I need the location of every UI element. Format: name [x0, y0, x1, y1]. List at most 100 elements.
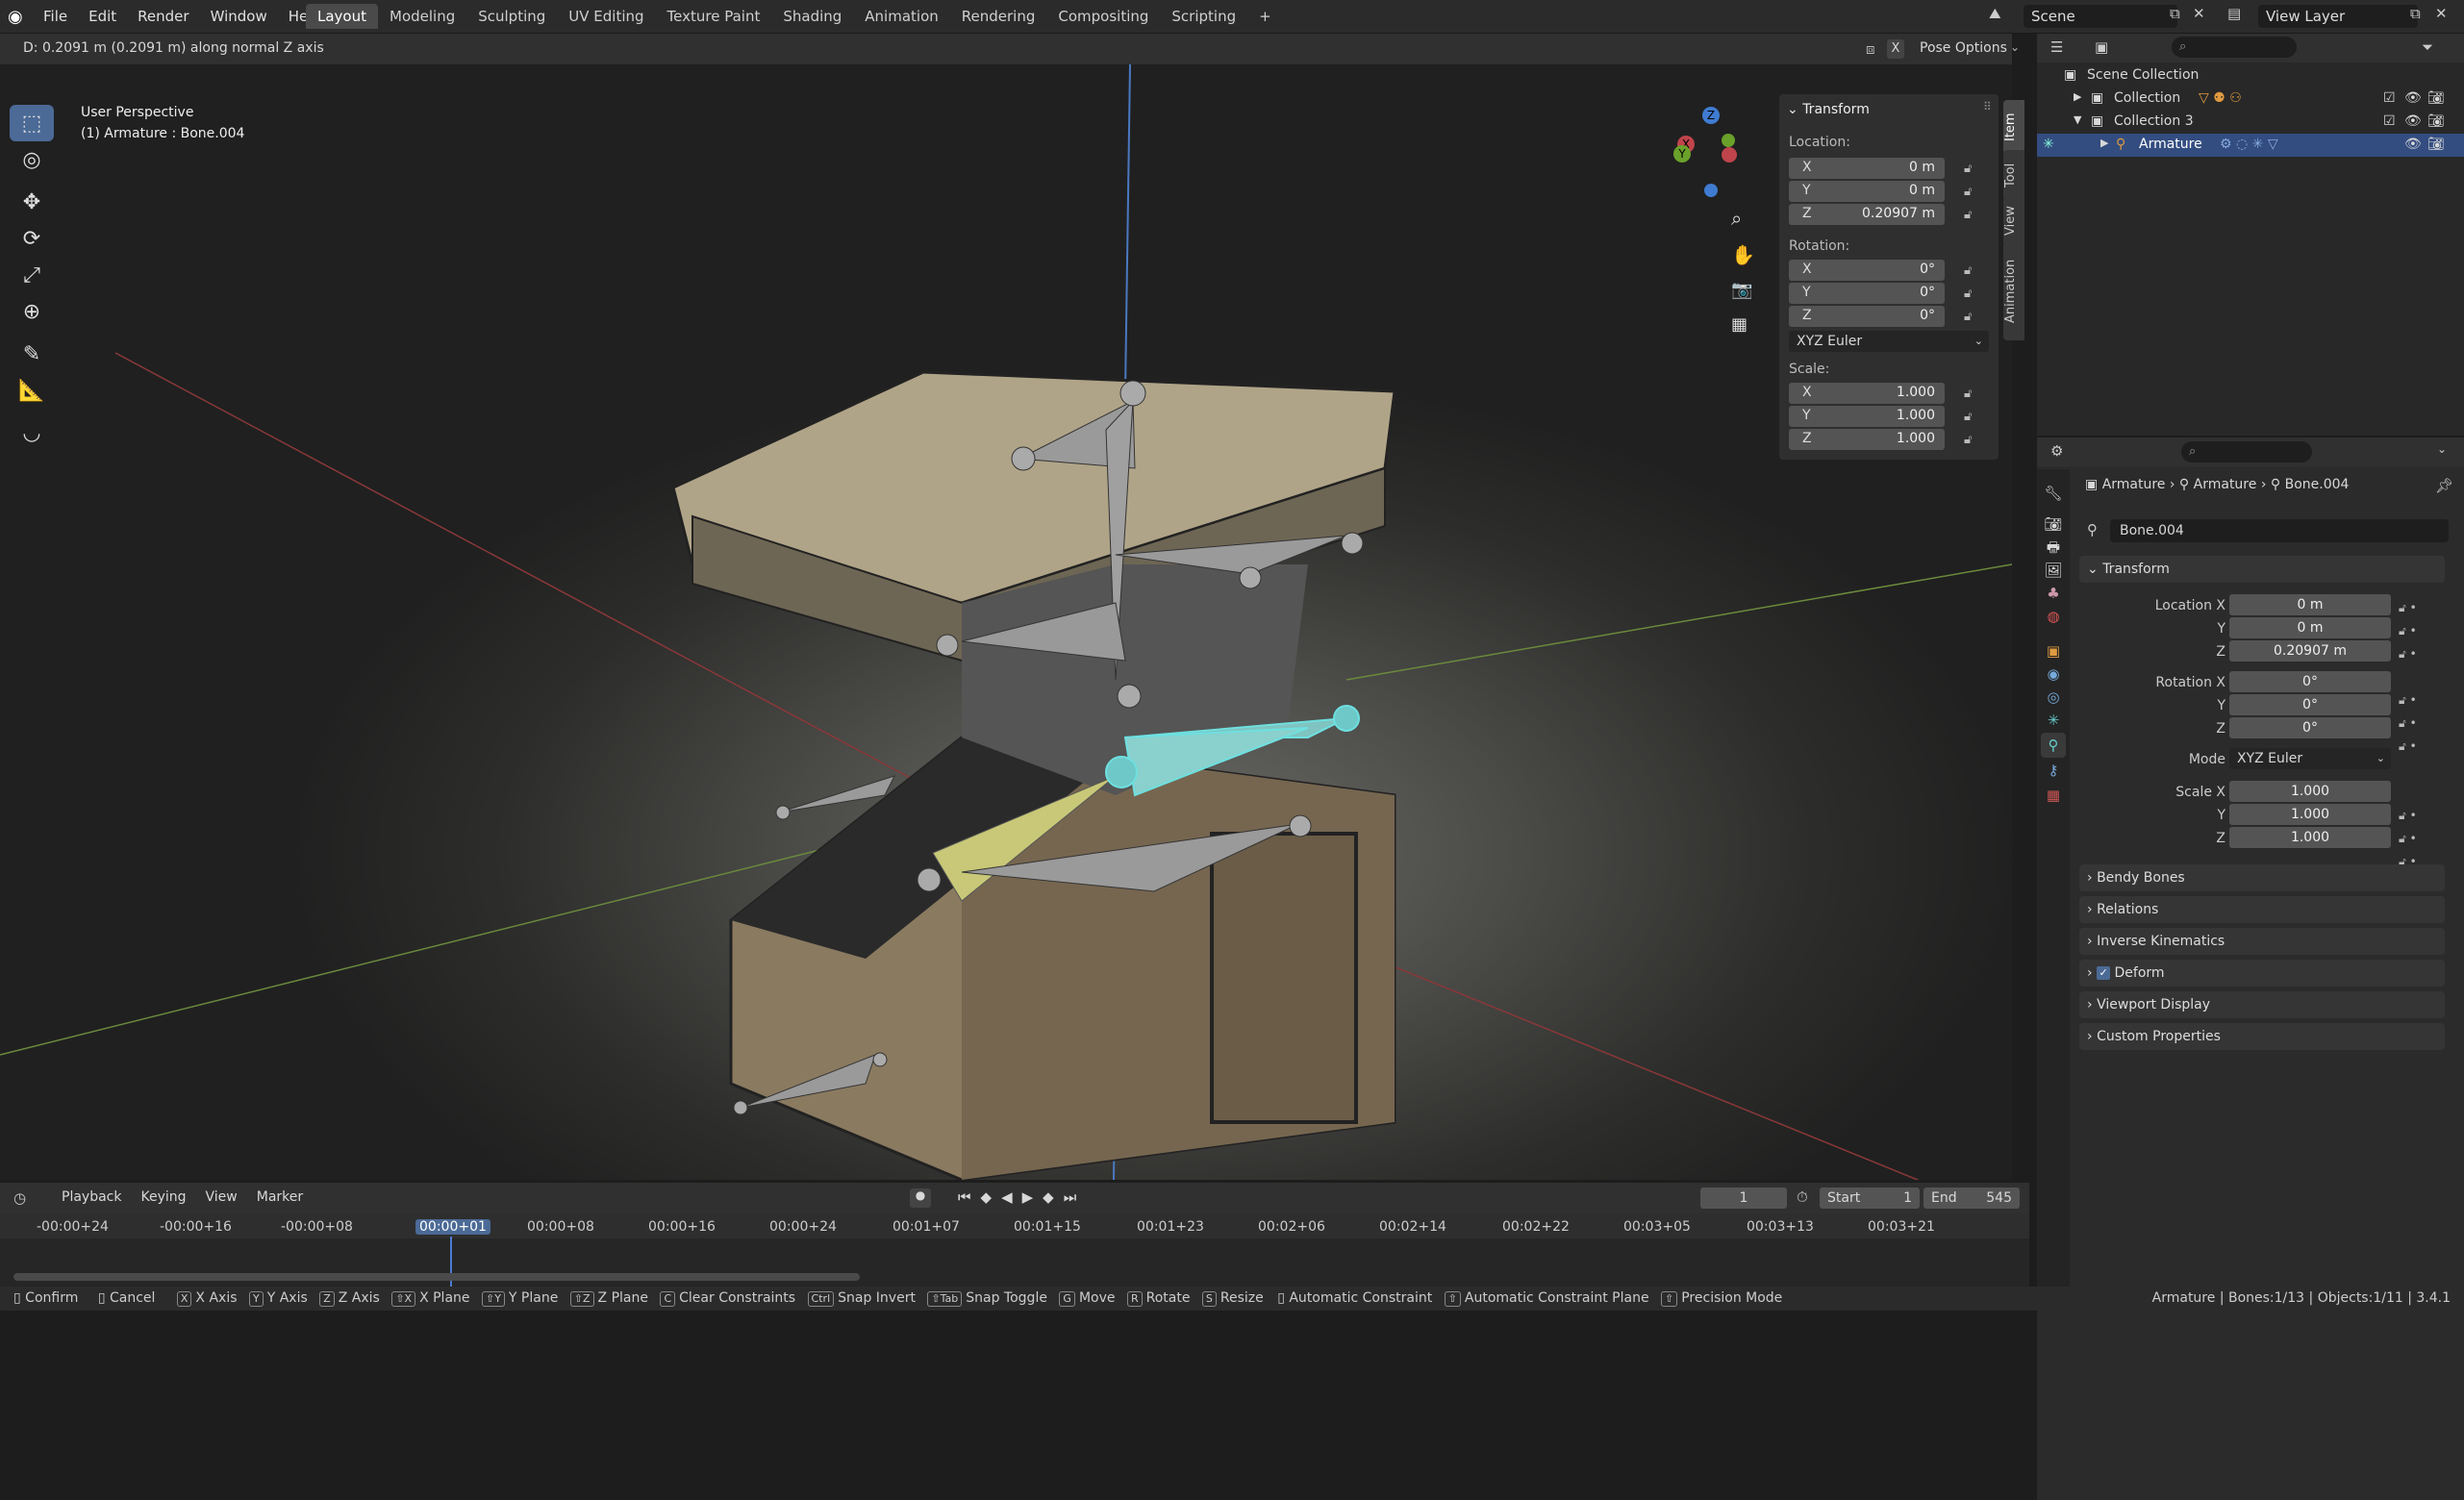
- scale-z-field[interactable]: Z 1.000: [1789, 429, 1945, 450]
- prop-scale-y[interactable]: 1.000: [2229, 804, 2391, 825]
- camera-icon[interactable]: 📷: [1731, 280, 1752, 300]
- gizmo-y[interactable]: Y: [1673, 145, 1691, 162]
- collapse-arrow-icon[interactable]: ▼: [2074, 113, 2081, 126]
- x-mirror-toggle[interactable]: X: [1887, 39, 1904, 59]
- drag-handle-icon[interactable]: ⠿: [1983, 100, 1992, 113]
- rotate-tool-icon[interactable]: ⟳: [10, 220, 54, 257]
- exclude-checkbox[interactable]: ☑: [2383, 113, 2396, 129]
- play-reverse-icon[interactable]: ◀: [1001, 1188, 1013, 1206]
- current-frame-field[interactable]: 1: [1700, 1188, 1787, 1209]
- properties-search-input[interactable]: ⌕: [2181, 441, 2312, 462]
- eye-icon[interactable]: 👁︎: [2404, 90, 2422, 106]
- record-icon[interactable]: ●: [910, 1188, 931, 1208]
- pose-mode-icon[interactable]: ✳: [2043, 137, 2054, 152]
- bone-constraint-tab-icon[interactable]: ⚷: [2041, 758, 2066, 783]
- location-z-field[interactable]: Z 0.20907 m: [1789, 204, 1945, 225]
- grid-icon[interactable]: ▦: [1731, 314, 1747, 335]
- pose-breakdowner-tool-icon[interactable]: ◡: [10, 414, 54, 451]
- gizmo-neg-y[interactable]: [1722, 134, 1735, 147]
- timeline[interactable]: -00:00+24 -00:00+16 -00:00+08 00:00+01 0…: [0, 1213, 2029, 1287]
- camera-icon[interactable]: 📷︎: [2427, 90, 2445, 106]
- outliner-row-armature[interactable]: ✳ ▶ ⚲ Armature ⚙ ◌ ✳ ▽ 👁︎ 📷︎: [2037, 134, 2464, 157]
- sidebar-tab-item[interactable]: Item: [2003, 100, 2024, 154]
- filter-icon[interactable]: ⏷: [2422, 38, 2433, 56]
- location-x-field[interactable]: X 0 m: [1789, 158, 1945, 179]
- lock-icon[interactable]: 🔓︎: [1964, 185, 1977, 199]
- expand-arrow-icon[interactable]: ▶: [2100, 137, 2108, 149]
- lock-icon[interactable]: 🔓︎: [1964, 310, 1977, 324]
- outliner-row-collection[interactable]: ▶ ▣ Collection ▽ ⚉ ⚇ ☑ 👁︎ 📷︎: [2037, 88, 2464, 111]
- physics-tab-icon[interactable]: ◎: [2041, 685, 2066, 710]
- texture-tab-icon[interactable]: ▦: [2041, 783, 2066, 808]
- panel-deform[interactable]: › ✓ Deform: [2079, 960, 2445, 987]
- view-layer-field[interactable]: View Layer: [2258, 5, 2418, 28]
- breadcrumb-item[interactable]: Armature: [2102, 477, 2166, 492]
- jump-end-icon[interactable]: ⏭: [1064, 1188, 1077, 1206]
- tool-tab-icon[interactable]: 🔧︎: [2041, 481, 2066, 506]
- lock-icon[interactable]: 🔓︎: [1964, 433, 1977, 447]
- sidebar-tab-view[interactable]: View: [2003, 196, 2024, 246]
- tab-shading[interactable]: Shading: [771, 4, 853, 29]
- gizmo-neg-x[interactable]: [1722, 147, 1737, 162]
- menu-file[interactable]: File: [33, 0, 78, 33]
- eye-icon[interactable]: 👁︎: [2404, 137, 2422, 152]
- panel-bendy-bones[interactable]: › Bendy Bones: [2079, 864, 2445, 891]
- annotate-tool-icon[interactable]: ✎: [10, 336, 54, 372]
- rotation-z-field[interactable]: Z 0°: [1789, 306, 1945, 327]
- eye-icon[interactable]: 👁︎: [2404, 113, 2422, 129]
- prop-rotation-z[interactable]: 0°: [2229, 717, 2391, 738]
- expand-arrow-icon[interactable]: ▶: [2074, 90, 2081, 103]
- pan-hand-icon[interactable]: ✋: [1731, 243, 1755, 266]
- overlay-icon[interactable]: ⧈: [1866, 40, 1875, 58]
- pin-icon[interactable]: 📌︎: [2435, 477, 2453, 494]
- sidebar-tab-tool[interactable]: Tool: [2003, 150, 2024, 200]
- timeline-playhead-label[interactable]: 00:00+01: [415, 1219, 490, 1235]
- scale-y-field[interactable]: Y 1.000: [1789, 406, 1945, 427]
- navigation-gizmo[interactable]: Z X Y: [1664, 107, 1750, 197]
- prop-location-x[interactable]: 0 m: [2229, 594, 2391, 615]
- editor-type-icon[interactable]: ◷: [13, 1189, 26, 1207]
- npanel-title[interactable]: ⌄ Transform: [1787, 102, 1870, 117]
- jump-start-icon[interactable]: ⏮: [958, 1188, 971, 1206]
- menu-edit[interactable]: Edit: [78, 0, 127, 33]
- outliner-row-collection-3[interactable]: ▼ ▣ Collection 3 ☑ 👁︎ 📷︎: [2037, 111, 2464, 134]
- move-tool-icon[interactable]: ✥: [10, 184, 54, 220]
- lock-icons-column[interactable]: 🔓︎ • 🔓︎ • 🔓︎ • 🔓︎ • 🔓︎ • 🔓︎ • 🔓︎ • 🔓︎ • 🔓︎ •: [2399, 596, 2417, 873]
- breadcrumb-item[interactable]: Bone.004: [2285, 477, 2350, 492]
- lock-icon[interactable]: 🔓︎: [1964, 410, 1977, 424]
- menu-view[interactable]: View: [206, 1189, 238, 1205]
- lock-icon[interactable]: 🔓︎: [1964, 162, 1977, 176]
- transform-tool-icon[interactable]: ⊕: [10, 293, 54, 330]
- exclude-checkbox[interactable]: ☑: [2383, 90, 2396, 106]
- output-tab-icon[interactable]: 🖶: [2041, 535, 2066, 560]
- panel-custom-properties[interactable]: › Custom Properties: [2079, 1023, 2445, 1050]
- view-layer-icon[interactable]: ▤: [2227, 5, 2241, 22]
- menu-render[interactable]: Render: [127, 0, 199, 33]
- scene-field[interactable]: Scene: [2024, 5, 2177, 28]
- scene-icon[interactable]: ⛰: [1989, 5, 2008, 22]
- new-scene-icon[interactable]: ⧉: [2170, 5, 2180, 22]
- deform-checkbox[interactable]: ✓: [2097, 966, 2111, 980]
- tab-uv-editing[interactable]: UV Editing: [557, 4, 655, 29]
- end-frame-field[interactable]: End 545: [1923, 1188, 2020, 1209]
- prop-scale-z[interactable]: 1.000: [2229, 827, 2391, 848]
- delete-scene-icon[interactable]: ✕: [2193, 5, 2205, 22]
- stopwatch-icon[interactable]: ⏱: [1797, 1188, 1808, 1206]
- transform-panel-header[interactable]: ⌄ Transform: [2079, 556, 2445, 583]
- location-y-field[interactable]: Y 0 m: [1789, 181, 1945, 202]
- cursor-tool-icon[interactable]: ◎: [10, 141, 54, 178]
- modifier-tab-icon[interactable]: ◉: [2041, 662, 2066, 687]
- scene-tab-icon[interactable]: ♣: [2041, 581, 2066, 606]
- gizmo-neg-z[interactable]: [1704, 184, 1718, 197]
- scale-tool-icon[interactable]: ⤢: [10, 257, 54, 293]
- timeline-scrollbar[interactable]: [13, 1273, 860, 1281]
- menu-window[interactable]: Window: [200, 0, 278, 33]
- next-keyframe-icon[interactable]: ◆: [1043, 1188, 1054, 1206]
- prev-keyframe-icon[interactable]: ◆: [981, 1188, 993, 1206]
- tab-texture-paint[interactable]: Texture Paint: [656, 4, 772, 29]
- 3d-viewport[interactable]: User Perspective (1) Armature : Bone.004…: [0, 64, 2012, 1180]
- tab-compositing[interactable]: Compositing: [1046, 4, 1160, 29]
- pose-options-dropdown[interactable]: Pose Options: [1920, 40, 2007, 56]
- new-view-layer-icon[interactable]: ⧉: [2410, 5, 2421, 22]
- bone-name-field[interactable]: Bone.004: [2110, 519, 2449, 542]
